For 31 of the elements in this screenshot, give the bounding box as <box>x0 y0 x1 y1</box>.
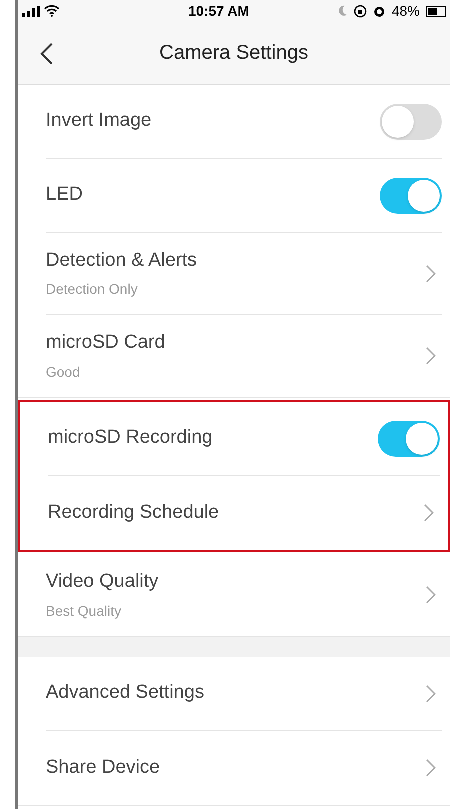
screen-title: Camera Settings <box>160 41 308 66</box>
chevron-right-icon <box>426 347 436 365</box>
setting-label: Video Quality <box>46 570 160 594</box>
setting-label: LED <box>46 183 84 208</box>
chevron-right-icon <box>424 504 434 522</box>
setting-label: Invert Image <box>46 109 153 134</box>
moon-icon <box>338 5 348 17</box>
setting-label: Detection & Alerts <box>46 248 198 273</box>
signal-icon <box>22 6 40 16</box>
status-time: 10:57 AM <box>188 2 250 20</box>
back-chevron-icon <box>40 42 54 66</box>
chevron-right-icon <box>426 264 436 282</box>
alarm-icon <box>372 4 386 18</box>
setting-label: microSD Recording <box>48 426 214 450</box>
toggle-switch[interactable] <box>380 104 442 140</box>
setting-label: microSD Card <box>46 331 166 356</box>
battery-icon <box>426 6 446 16</box>
setting-label: Share Device <box>46 756 162 780</box>
battery-percent: 48% <box>392 2 420 20</box>
toggle-switch[interactable] <box>378 420 440 456</box>
chevron-right-icon <box>426 586 436 604</box>
setting-value: Best Quality <box>46 602 122 621</box>
setting-label: Advanced Settings <box>46 681 206 706</box>
setting-value: Detection Only <box>46 280 139 300</box>
toggle-switch[interactable] <box>380 178 442 214</box>
lock-rotation-icon <box>354 4 367 18</box>
setting-label: Recording Schedule <box>48 500 220 525</box>
wifi-icon <box>44 5 60 17</box>
chevron-right-icon <box>426 684 436 702</box>
setting-value: Good <box>46 362 82 382</box>
chevron-right-icon <box>426 759 436 777</box>
